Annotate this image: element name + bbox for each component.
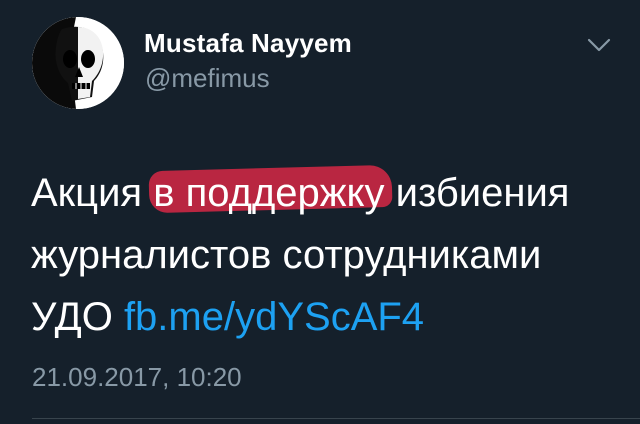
tweet-menu-button[interactable] (584, 30, 614, 60)
tweet-text-segment: УДО (31, 295, 124, 339)
tweet-timestamp[interactable]: 21.09.2017, 10:20 (32, 362, 242, 393)
chevron-down-icon (587, 38, 611, 52)
display-name[interactable]: Mustafa Nayyem (144, 28, 352, 59)
user-handle[interactable]: @mefimus (145, 63, 270, 94)
tweet-text-segment: избиения (384, 171, 570, 215)
tweet-line-2: журналистов сотрудниками (31, 233, 542, 277)
tweet-text-highlighted: в (153, 171, 175, 215)
tweet-text: Акция в поддержку избиения журналистов с… (31, 162, 621, 348)
tweet-line-3: УДО fb.me/ydYScAF4 (31, 286, 621, 348)
tweet-link[interactable]: fb.me/ydYScAF4 (124, 295, 424, 339)
tweet-card: Mustafa Nayyem @mefimus Акция в поддержк… (0, 0, 640, 424)
tweet-text-highlighted: поддержку (174, 171, 385, 215)
skull-avatar-icon (32, 17, 124, 109)
divider (32, 418, 640, 419)
tweet-text-segment: Акция (31, 171, 154, 215)
avatar[interactable] (32, 17, 124, 109)
handdrawn-highlight: в поддержку (153, 162, 384, 224)
tweet-line-1: Акция в поддержку избиения (31, 162, 621, 224)
